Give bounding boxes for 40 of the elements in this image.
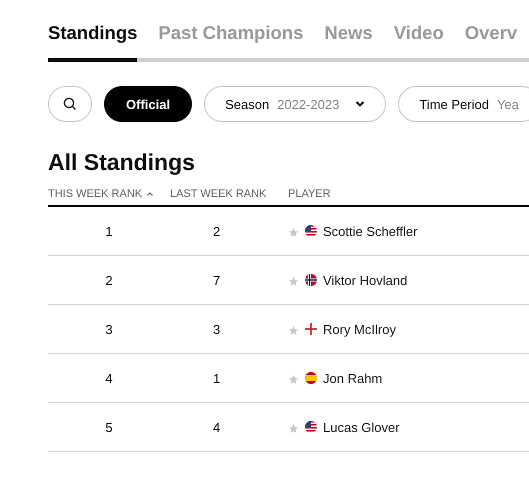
player-name[interactable]: Jon Rahm [323,370,382,386]
search-icon [63,97,77,111]
flag-icon [305,225,317,237]
dropdown-value: 2022-2023 [277,96,340,112]
star-icon[interactable] [288,423,299,434]
column-header[interactable]: THIS WEEK RANK [48,188,170,200]
dropdown-label: Time Period [419,96,489,112]
rank-cell: 5 [105,420,113,434]
flag-icon [305,274,317,286]
rank-cell: 4 [105,370,113,386]
tab[interactable]: Standings [48,22,138,62]
time-period-dropdown[interactable]: Time Period Yea [398,86,529,122]
rank-cell: 3 [105,322,113,336]
column-header[interactable]: PLAYER [288,188,529,200]
star-icon[interactable] [288,276,299,287]
section-title: All Standings [48,149,196,176]
star-icon[interactable] [288,227,299,238]
rank-cell: 4 [213,420,220,434]
player-name[interactable]: Scottie Scheffler [323,224,418,238]
rank-cell: 3 [213,322,220,336]
player-name[interactable]: Lucas Glover [323,420,400,434]
season-dropdown[interactable]: Season 2022-2023 [204,86,386,122]
star-icon[interactable] [288,374,299,385]
dropdown-value: Yea [496,96,519,112]
player-name[interactable]: Viktor Hovland [323,272,408,288]
cross-icon [305,323,317,335]
flag-icon [305,372,317,384]
rank-cell: 1 [213,370,220,386]
chevron-down-icon [355,100,366,108]
player-name[interactable]: Rory McIlroy [323,322,396,336]
official-button[interactable]: Official [104,86,192,122]
rank-cell: 2 [105,272,113,288]
star-icon[interactable] [288,325,299,336]
flag-icon [305,421,317,433]
column-header[interactable]: LAST WEEK RANK [170,188,288,200]
rank-cell: 7 [213,272,220,288]
dropdown-label: Season [225,96,270,112]
rank-cell: 1 [105,224,113,238]
rank-cell: 2 [213,224,220,238]
search-button[interactable] [48,86,92,122]
